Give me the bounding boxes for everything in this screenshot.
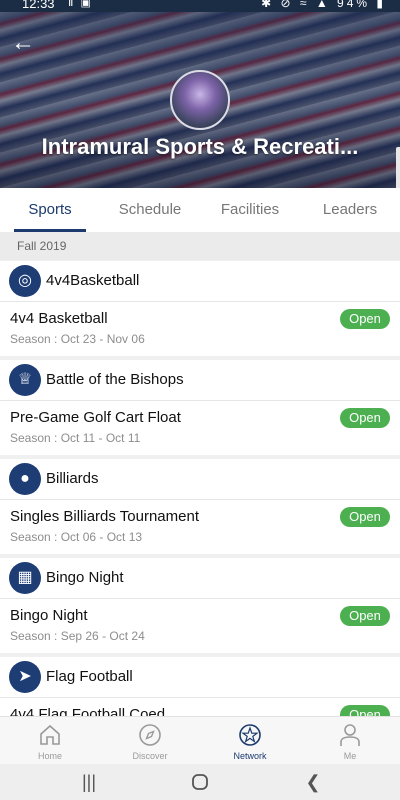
event-name: 4v4 Basketball [10, 310, 108, 327]
open-status-badge: Open [340, 507, 390, 527]
event-row[interactable]: Pre-Game Golf Cart Float Season : Oct 11… [0, 401, 400, 455]
home-button-icon[interactable] [185, 770, 215, 794]
system-navigation-bar: ||| ❮ [0, 764, 400, 800]
event-row[interactable]: 4v4 Basketball Season : Oct 23 - Nov 06 … [0, 302, 400, 356]
nav-discover[interactable]: Discover [100, 717, 200, 765]
event-season: Season : Oct 06 - Oct 13 [10, 530, 143, 544]
sport-card[interactable]: ▦ Bingo Night Bingo Night Season : Sep 2… [0, 558, 400, 653]
open-status-badge: Open [340, 309, 390, 329]
tab-leaders[interactable]: Leaders [300, 188, 400, 232]
event-season: Season : Oct 23 - Nov 06 [10, 332, 145, 346]
sport-name: 4v4Basketball [46, 272, 140, 289]
group-avatar [170, 70, 230, 130]
event-row[interactable]: Bingo Night Season : Sep 26 - Oct 24 Ope… [0, 599, 400, 653]
status-time: 12:33 [22, 0, 55, 11]
event-season: Season : Oct 11 - Oct 11 [10, 431, 141, 445]
sport-name: Billiards [46, 470, 99, 487]
football-icon: ➤ [9, 661, 41, 693]
back-button-icon[interactable]: ❮ [298, 770, 328, 794]
nav-home[interactable]: Home [0, 717, 100, 765]
nav-network[interactable]: Network [200, 717, 300, 765]
sport-header[interactable]: ▦ Bingo Night [0, 558, 400, 599]
notification-indicators: Ⅱ ▣ [68, 0, 93, 9]
sport-header[interactable]: ➤ Flag Football [0, 657, 400, 698]
event-row[interactable]: 4v4 Flag Football Coed Open [0, 698, 400, 716]
event-row[interactable]: Singles Billiards Tournament Season : Oc… [0, 500, 400, 554]
nav-label: Network [233, 751, 267, 761]
sport-card[interactable]: ➤ Flag Football 4v4 Flag Football Coed O… [0, 657, 400, 716]
open-status-badge: Open [340, 705, 390, 716]
sport-name: Bingo Night [46, 569, 124, 586]
sport-card[interactable]: ♕ Battle of the Bishops Pre-Game Golf Ca… [0, 360, 400, 455]
basketball-icon: ◎ [9, 265, 41, 297]
tab-schedule[interactable]: Schedule [100, 188, 200, 232]
home-icon [40, 724, 60, 745]
trophy-icon: ♕ [9, 364, 41, 396]
open-status-badge: Open [340, 408, 390, 428]
bottom-navigation: Home Discover Network Me [0, 716, 400, 765]
group-header: ← Intramural Sports & Recreati... [0, 12, 400, 188]
sport-name: Flag Football [46, 668, 133, 685]
nav-label: Me [343, 751, 357, 761]
back-arrow-icon[interactable]: ← [10, 30, 36, 56]
nav-label: Discover [132, 751, 168, 761]
recent-apps-icon[interactable]: ||| [74, 770, 104, 794]
tab-facilities[interactable]: Facilities [200, 188, 300, 232]
event-name: 4v4 Flag Football Coed [10, 706, 166, 716]
sport-card[interactable]: ● Billiards Singles Billiards Tournament… [0, 459, 400, 554]
billiards-icon: ● [9, 463, 41, 495]
compass-icon [139, 724, 161, 746]
open-status-badge: Open [340, 606, 390, 626]
season-header: Fall 2019 [0, 232, 400, 260]
tab-sports[interactable]: Sports [0, 188, 100, 232]
sport-name: Battle of the Bishops [46, 371, 184, 388]
bingo-icon: ▦ [9, 562, 41, 594]
sport-card[interactable]: ◎ 4v4Basketball 4v4 Basketball Season : … [0, 261, 400, 356]
status-bar: 12:33 Ⅱ ▣ ✱ ⊘ ≈ ▲ 94% ▮ [0, 0, 400, 12]
season-label: Fall 2019 [17, 239, 67, 253]
sport-header[interactable]: ◎ 4v4Basketball [0, 261, 400, 302]
event-name: Bingo Night [10, 607, 88, 624]
event-name: Pre-Game Golf Cart Float [10, 409, 181, 426]
status-icons: ✱ ⊘ ≈ ▲ 94% ▮ [261, 0, 386, 10]
sport-header[interactable]: ♕ Battle of the Bishops [0, 360, 400, 401]
group-title: Intramural Sports & Recreati... [41, 134, 359, 159]
network-icon [239, 724, 261, 746]
nav-me[interactable]: Me [300, 717, 400, 765]
event-name: Singles Billiards Tournament [10, 508, 199, 525]
tab-bar: Sports Schedule Facilities Leaders [0, 188, 400, 232]
scroll-handle[interactable] [396, 147, 400, 188]
person-icon [340, 724, 360, 746]
nav-label: Home [37, 751, 62, 761]
event-season: Season : Sep 26 - Oct 24 [10, 629, 145, 643]
sport-header[interactable]: ● Billiards [0, 459, 400, 500]
